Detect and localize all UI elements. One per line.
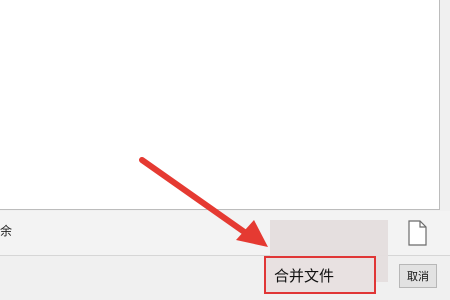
toolbar-left-label: 余 <box>0 224 13 238</box>
dialog-window: 余 合并文件 取消 <box>0 0 450 300</box>
file-list-pane <box>0 0 440 210</box>
merge-files-button[interactable]: 合并文件 <box>264 256 376 294</box>
cancel-button[interactable]: 取消 <box>399 264 437 288</box>
document-icon[interactable] <box>406 220 428 246</box>
